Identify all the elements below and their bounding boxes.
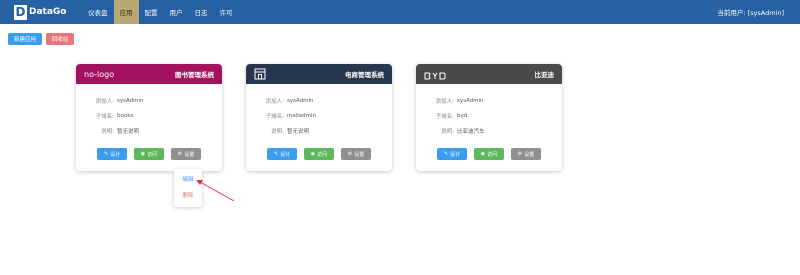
annotation-arrow — [196, 180, 235, 202]
